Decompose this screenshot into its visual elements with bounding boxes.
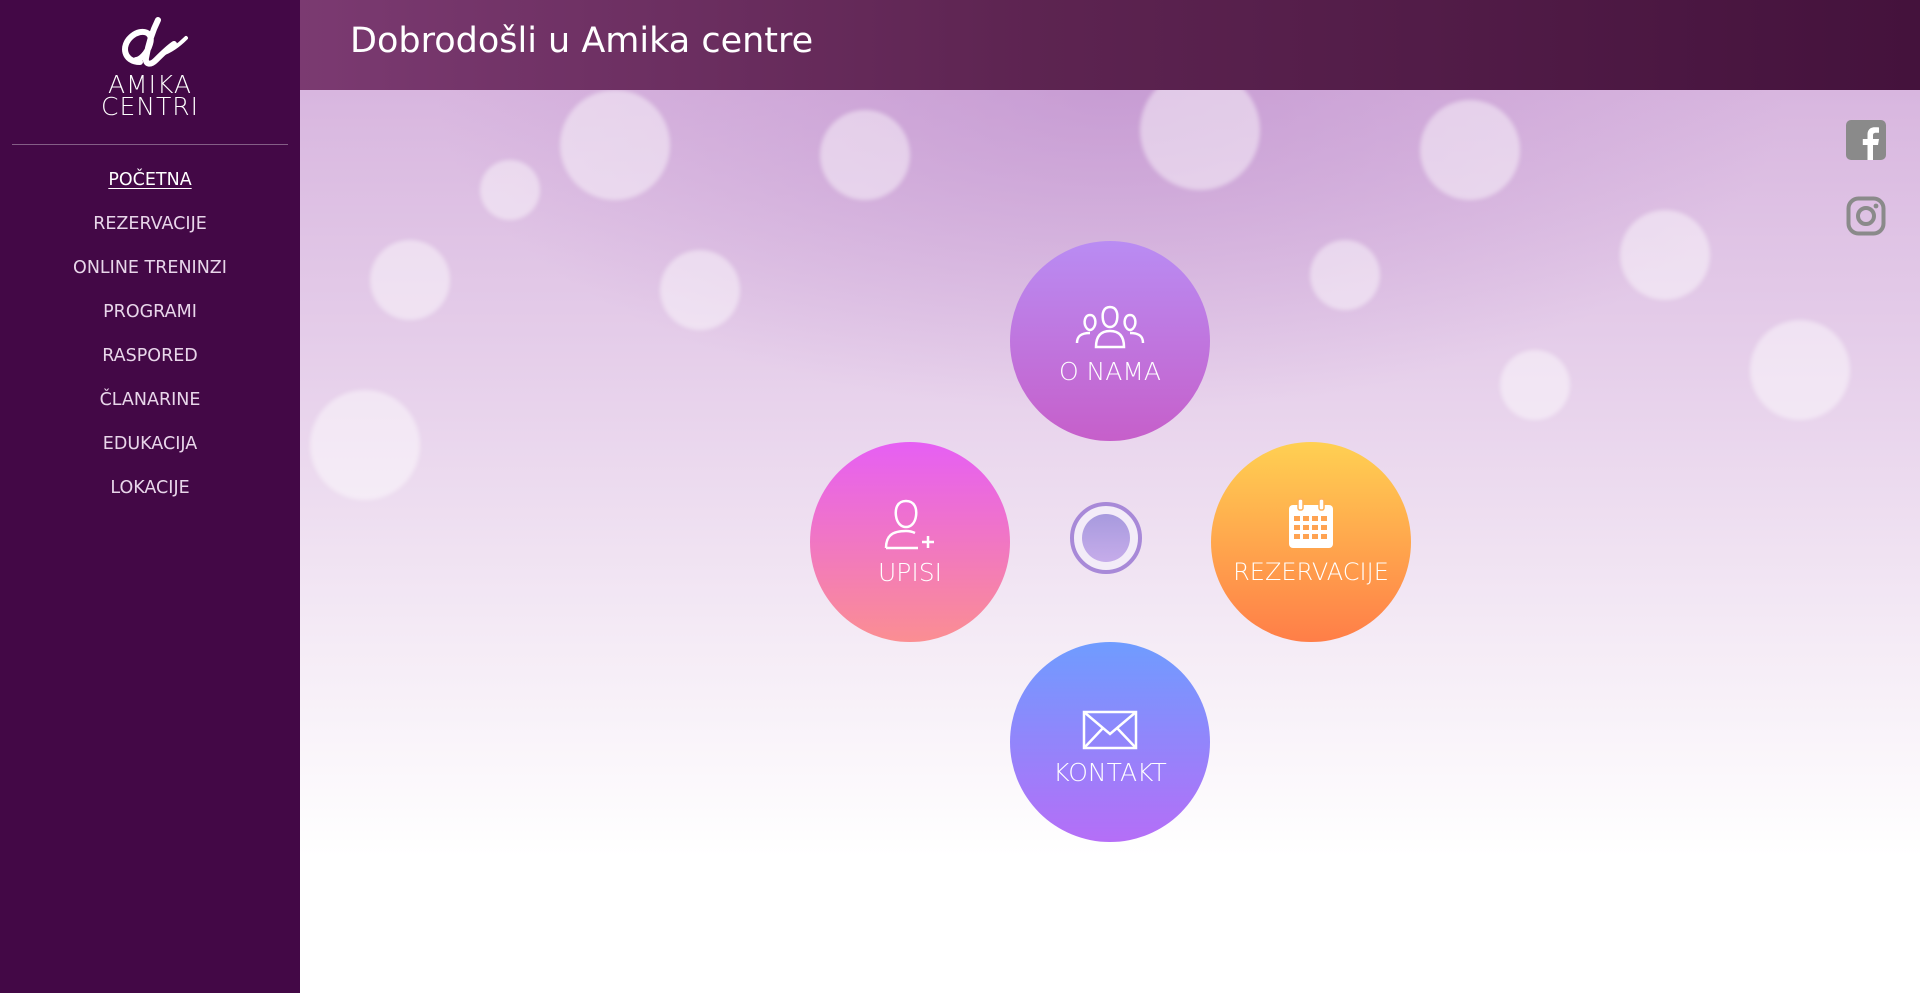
calendar-icon-wrap <box>1286 498 1336 550</box>
facebook-icon <box>1846 120 1886 160</box>
kontakt-button[interactable]: KONTAKT <box>1010 642 1210 842</box>
upisi-label: UPISI <box>878 557 942 587</box>
main-nav: POČETNA REZERVACIJE ONLINE TRENINZI PROG… <box>0 162 300 514</box>
rezervacije-label: REZERVACIJE <box>1233 558 1389 586</box>
bokeh-decoration <box>1140 90 1260 190</box>
page-title: Dobrodošli u Amika centre <box>350 21 814 61</box>
logo-line-2: CENTRI <box>101 92 199 121</box>
nav-item-rezervacije[interactable]: REZERVACIJE <box>0 206 300 250</box>
sidebar-divider <box>12 144 288 145</box>
instagram-icon <box>1846 196 1886 236</box>
nav-item-clanarine[interactable]: ČLANARINE <box>0 382 300 426</box>
o-nama-button[interactable]: O NAMA <box>1010 241 1210 441</box>
bokeh-decoration <box>480 160 540 220</box>
o-nama-label: O NAMA <box>1058 356 1162 386</box>
bokeh-decoration <box>820 110 910 200</box>
logo-text: AMIKA CENTRI <box>0 72 300 121</box>
bokeh-decoration <box>560 90 670 200</box>
group-icon-wrap <box>1074 297 1146 349</box>
amika-logo[interactable]: AMIKA CENTRI <box>0 14 300 121</box>
nav-item-programi[interactable]: PROGRAMI <box>0 294 300 338</box>
nav-item-pocetna[interactable]: POČETNA <box>0 162 300 206</box>
bokeh-decoration <box>310 390 420 500</box>
add-user-icon-wrap <box>882 498 938 550</box>
envelope-icon-wrap <box>1082 698 1138 750</box>
sidebar: AMIKA CENTRI POČETNA REZERVACIJE ONLINE … <box>0 0 300 993</box>
group-icon <box>1075 305 1145 348</box>
calendar-icon <box>1289 498 1333 548</box>
facebook-link[interactable] <box>1846 120 1886 160</box>
nav-item-edukacija[interactable]: EDUKACIJA <box>0 426 300 470</box>
bokeh-decoration <box>370 240 450 320</box>
hub-center-toggle[interactable] <box>1070 502 1142 574</box>
bokeh-decoration <box>1310 240 1380 310</box>
bokeh-decoration <box>1750 320 1850 420</box>
bokeh-decoration <box>660 250 740 330</box>
add-user-icon <box>884 499 934 549</box>
hub-center-dot <box>1082 514 1130 562</box>
upisi-button[interactable]: UPISI <box>810 442 1010 642</box>
amika-logo-mark-icon <box>122 17 188 67</box>
rezervacije-button[interactable]: REZERVACIJE <box>1211 442 1411 642</box>
envelope-icon <box>1082 710 1138 749</box>
instagram-link[interactable] <box>1846 196 1886 236</box>
nav-item-raspored[interactable]: RASPORED <box>0 338 300 382</box>
bokeh-decoration <box>1420 100 1520 200</box>
bokeh-decoration <box>1620 210 1710 300</box>
nav-item-lokacije[interactable]: LOKACIJE <box>0 470 300 514</box>
nav-item-online-treninzi[interactable]: ONLINE TRENINZI <box>0 250 300 294</box>
bokeh-decoration <box>1500 350 1570 420</box>
kontakt-label: KONTAKT <box>1053 757 1167 787</box>
hero-area: O NAMA UPISI REZERVACIJE KONTAKT <box>300 90 1920 993</box>
page-header: Dobrodošli u Amika centre <box>300 0 1920 90</box>
